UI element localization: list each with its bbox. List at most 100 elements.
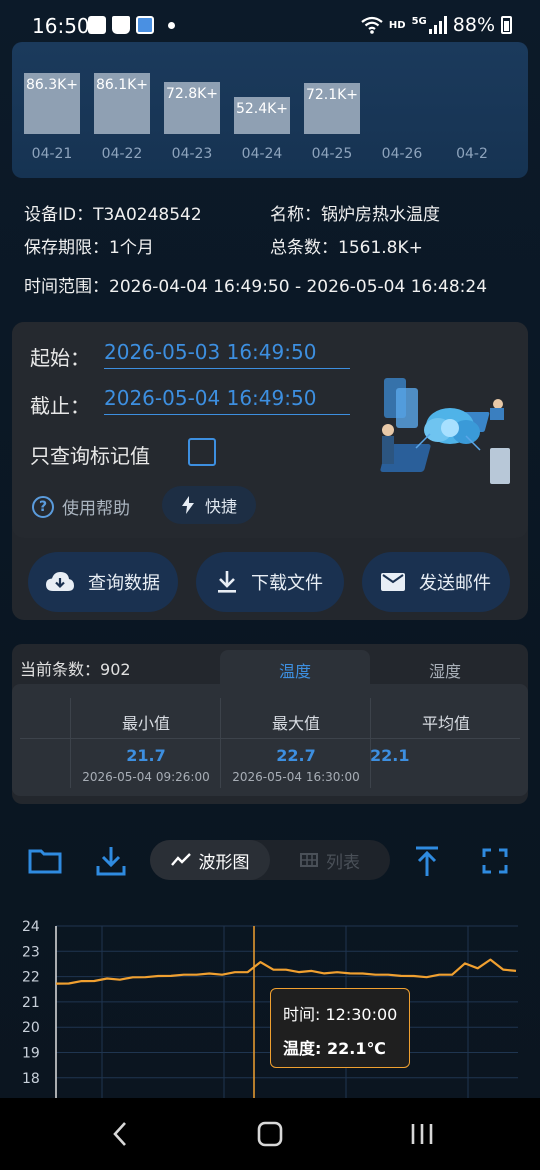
cloud-devices-illustration xyxy=(380,378,510,484)
line-chart-icon xyxy=(170,853,191,866)
bar-value-label: 86.3K+ xyxy=(25,76,79,93)
tooltip-time: 时间: 12:30:00 xyxy=(283,1005,398,1024)
time-range-label: 时间范围： xyxy=(24,277,109,297)
start-time-input[interactable]: 2026-05-03 16:49:50 xyxy=(104,340,350,369)
list-view-button[interactable]: 列表 xyxy=(270,840,390,880)
x-tick-label: 04-25 xyxy=(311,146,353,162)
stats-panel: 当前条数：902 温度 湿度 最小值 最大值 平均值 21.7 2026-05-… xyxy=(12,644,528,804)
query-data-button[interactable]: 查询数据 xyxy=(28,552,178,612)
y-tick-label: 24 xyxy=(22,919,40,935)
bar-value-label: 86.1K+ xyxy=(95,76,149,93)
current-count: 当前条数：902 xyxy=(20,656,131,680)
query-data-label: 查询数据 xyxy=(88,573,160,594)
column-divider xyxy=(220,698,221,788)
quick-label: 快捷 xyxy=(204,497,237,516)
scroll-to-top-icon[interactable] xyxy=(410,844,444,878)
quick-button[interactable]: 快捷 xyxy=(162,486,256,524)
min-value: 21.7 xyxy=(126,746,166,765)
min-time: 2026-05-04 09:26:00 xyxy=(82,770,210,784)
y-tick-label: 22 xyxy=(22,970,40,986)
y-tick-label: 18 xyxy=(22,1071,40,1087)
column-divider xyxy=(70,698,71,788)
waveform-label: 波形图 xyxy=(198,852,250,873)
app-notification-icon xyxy=(136,16,154,34)
gallery-icon xyxy=(88,16,106,34)
more-notifications-dot xyxy=(168,21,175,29)
avg-value: 22.1 xyxy=(370,746,410,765)
retention-label: 保存期限： xyxy=(24,238,109,258)
device-id-label: 设备ID： xyxy=(24,205,94,225)
max-value: 22.7 xyxy=(276,746,316,765)
mail-icon xyxy=(381,573,405,591)
tooltip-value: 温度: 22.1℃ xyxy=(283,1039,386,1058)
bar-value-label: 72.8K+ xyxy=(165,86,219,103)
total-count-row: 总条数：1561.8K+ xyxy=(270,233,423,258)
send-email-button[interactable]: 发送邮件 xyxy=(362,552,510,612)
device-name-row: 名称：锅炉房热水温度 xyxy=(270,200,440,225)
chart-tooltip: 时间: 12:30:00 温度: 22.1℃ xyxy=(270,988,410,1068)
x-tick-label: 04-24 xyxy=(241,146,283,162)
device-id-value: T3A0248542 xyxy=(93,205,202,225)
download-file-button[interactable]: 下载文件 xyxy=(196,552,344,612)
table-icon xyxy=(300,853,318,867)
daily-count-chart[interactable]: 6.5K+86.3K+86.1K+72.8K+52.4K+72.1K+ 04-2… xyxy=(12,42,528,178)
wifi-icon xyxy=(361,16,383,34)
temperature-series-line xyxy=(55,958,517,985)
recent-apps-icon[interactable] xyxy=(407,1120,437,1148)
fullscreen-icon[interactable] xyxy=(478,844,512,878)
marked-only-label: 只查询标记值 xyxy=(30,444,150,468)
send-email-label: 发送邮件 xyxy=(419,573,491,594)
system-nav-bar xyxy=(0,1098,540,1170)
download-icon xyxy=(218,571,236,593)
retention-row: 保存期限：1个月 xyxy=(24,233,154,258)
battery-icon xyxy=(501,16,512,34)
y-tick-label: 23 xyxy=(22,944,40,960)
folder-icon[interactable] xyxy=(28,844,62,878)
status-time: 16:50 xyxy=(32,14,90,38)
download-file-label: 下载文件 xyxy=(251,573,323,594)
query-form: 起始： 2026-05-03 16:49:50 截止： 2026-05-04 1… xyxy=(12,322,528,538)
x-tick-label: 04-21 xyxy=(31,146,73,162)
device-name-value: 锅炉房热水温度 xyxy=(321,205,440,225)
notification-icons xyxy=(88,16,175,34)
column-divider xyxy=(370,698,371,788)
total-count-label: 总条数： xyxy=(270,238,338,258)
waveform-view-button[interactable]: 波形图 xyxy=(150,840,270,880)
start-label: 起始： xyxy=(30,346,90,370)
y-tick-label: 21 xyxy=(22,995,40,1011)
current-count-value: 902 xyxy=(100,660,131,679)
battery-percent: 88% xyxy=(452,14,495,36)
status-right: HD 5G 88% xyxy=(361,14,512,36)
help-icon: ? xyxy=(32,495,54,518)
time-range-value: 2026-04-04 16:49:50 - 2026-05-04 16:48:2… xyxy=(109,277,488,297)
stats-table: 最小值 最大值 平均值 21.7 2026-05-04 09:26:00 22.… xyxy=(12,684,528,796)
hd-indicator: HD xyxy=(388,19,406,31)
end-label: 截止： xyxy=(30,394,90,418)
5g-indicator: 5G xyxy=(411,15,427,27)
x-tick-label: 04-23 xyxy=(171,146,213,162)
home-icon[interactable] xyxy=(255,1120,285,1148)
max-header: 最大值 xyxy=(271,714,320,733)
row-divider xyxy=(20,738,520,739)
device-name-label: 名称： xyxy=(270,205,321,225)
x-tick-label: 04-2 xyxy=(456,146,488,162)
max-time: 2026-05-04 16:30:00 xyxy=(232,770,360,784)
end-time-input[interactable]: 2026-05-04 16:49:50 xyxy=(104,386,350,415)
bar-value-label: 72.1K+ xyxy=(305,86,359,103)
list-label: 列表 xyxy=(326,852,360,873)
help-label: 使用帮助 xyxy=(62,499,130,519)
cloud-download-icon xyxy=(46,572,74,591)
back-icon[interactable] xyxy=(106,1120,136,1148)
y-tick-label: 20 xyxy=(22,1020,40,1036)
retention-value: 1个月 xyxy=(109,238,154,258)
min-header: 最小值 xyxy=(121,714,170,733)
view-switch: 波形图 列表 xyxy=(150,840,390,880)
shopping-bag-icon xyxy=(112,16,130,34)
help-link[interactable]: ? 使用帮助 xyxy=(32,494,130,519)
bar-value-label: 52.4K+ xyxy=(235,100,289,117)
y-tick-label: 19 xyxy=(22,1046,40,1062)
download-icon[interactable] xyxy=(94,844,128,878)
lightning-icon xyxy=(181,496,194,514)
x-tick-label: 04-22 xyxy=(101,146,143,162)
marked-only-checkbox[interactable] xyxy=(188,438,216,466)
